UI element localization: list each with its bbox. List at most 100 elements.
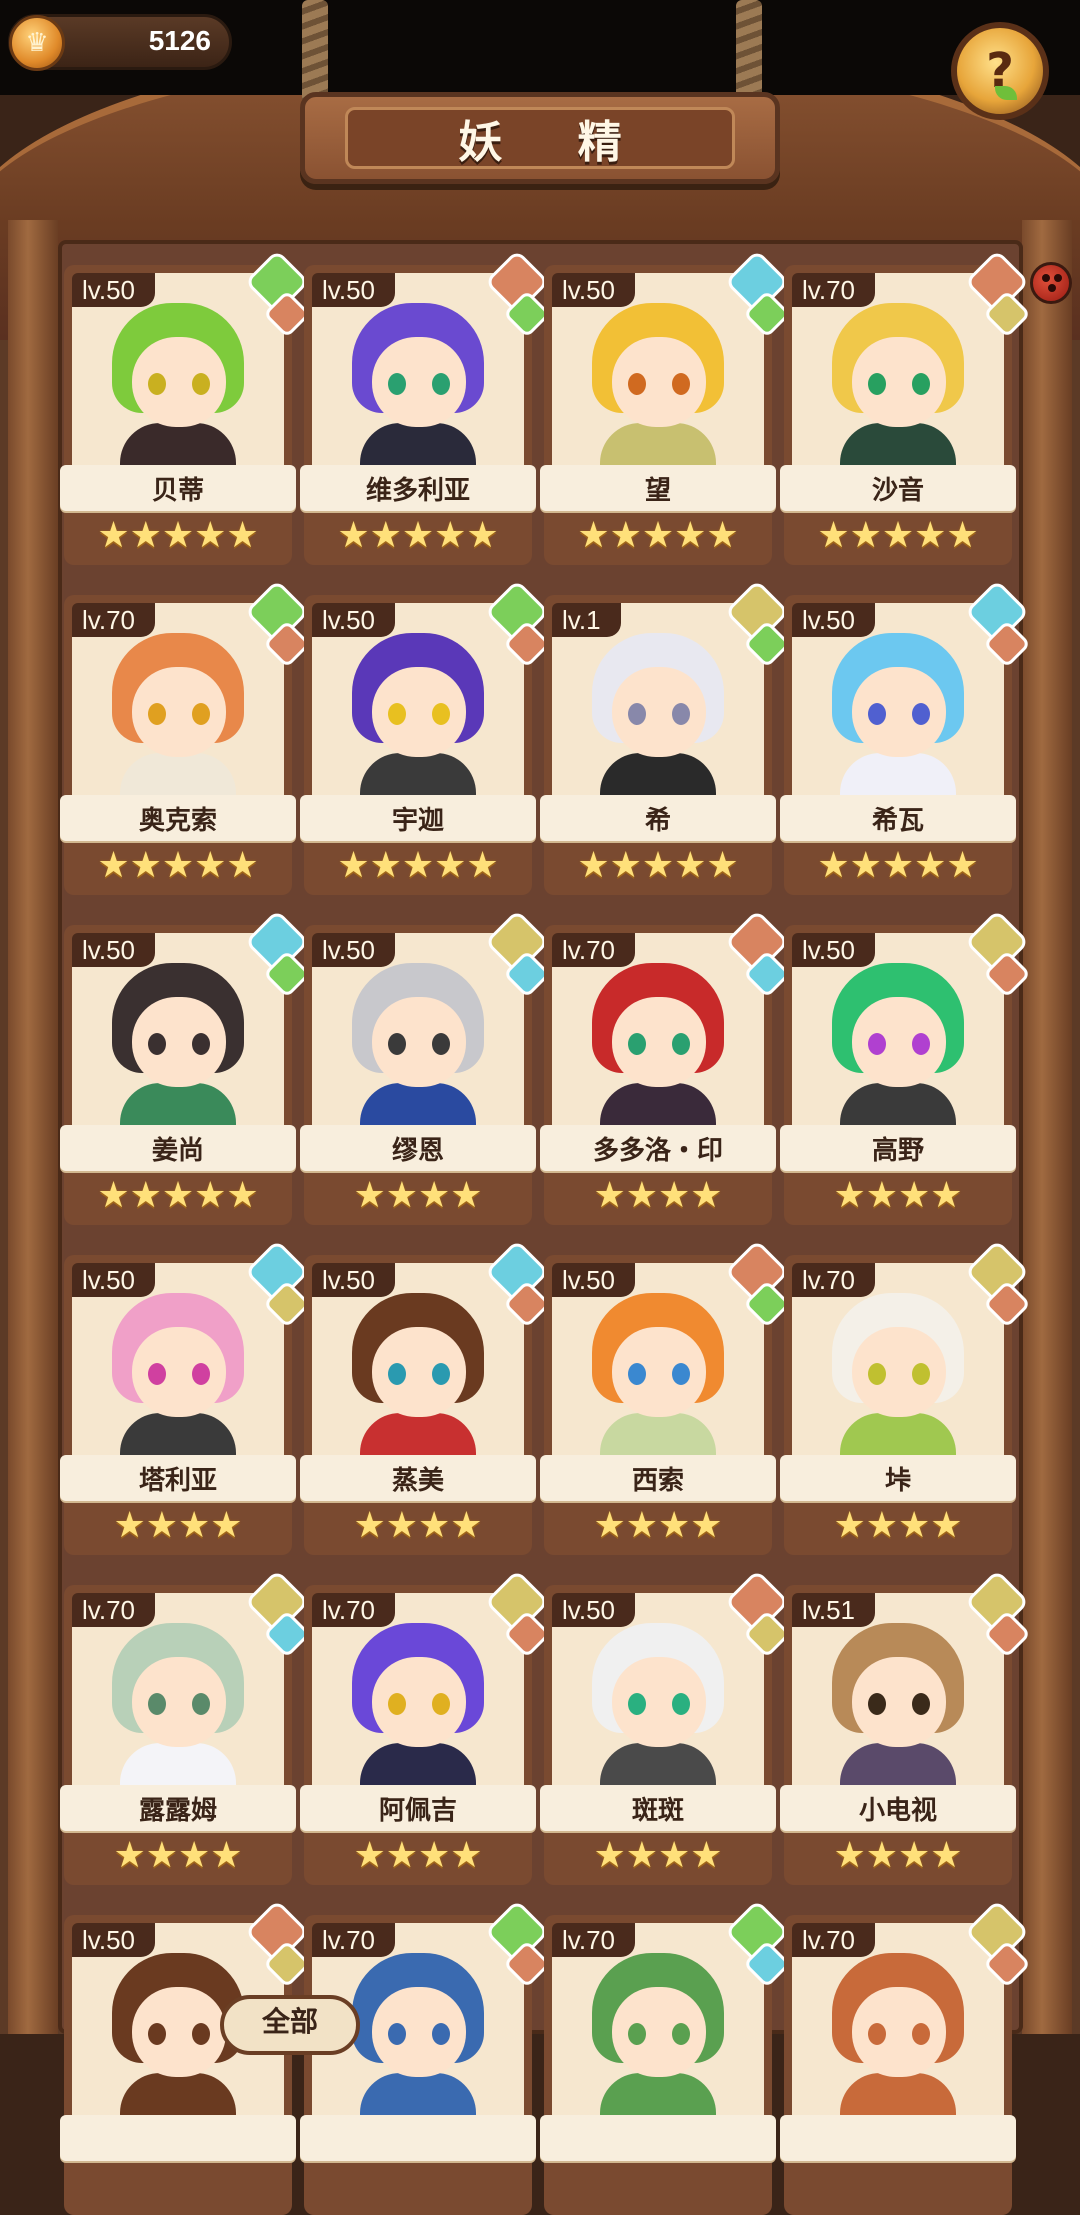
name-ribbon: 奥克索 [60,795,296,841]
fairy-card[interactable]: lv.70 [540,1899,792,2215]
fairy-name: 阿佩吉 [378,1795,457,1826]
fairy-name: 缪恩 [391,1135,444,1166]
level-tag: lv.50 [72,1923,155,1957]
level-tag: lv.70 [312,1923,395,1957]
filter-tab-all[interactable]: 全部 [220,1995,360,2055]
fairy-eye-left [628,703,646,725]
fairy-card[interactable]: lv.70 阿佩吉 ★★★★ [300,1569,552,1885]
fairy-eye-right [912,703,930,725]
fairy-face [612,1327,706,1417]
fairy-card[interactable]: lv.50 [60,1899,312,2215]
name-ribbon: 望 [540,465,776,511]
fairy-eye-right [672,1693,690,1715]
fairy-name: 蒸美 [391,1465,444,1496]
star-icons: ★★★★ [593,1835,723,1876]
fairy-face [852,1987,946,2077]
fairy-eye-right [912,2023,930,2045]
fairy-card[interactable]: lv.50 高野 ★★★★ [780,909,1032,1225]
fairy-name: 宇迦 [391,805,444,836]
star-icons: ★★★★ [113,1835,243,1876]
currency-display[interactable]: ♛ 5126 [8,14,232,71]
fairy-card[interactable]: lv.70 露露姆 ★★★★ [60,1569,312,1885]
fairy-card[interactable]: lv.50 宇迦 ★★★★★ [300,579,552,895]
fairy-face [372,1657,466,1747]
star-rating: ★★★★★ [304,843,532,889]
fairy-card[interactable]: lv.50 蒸美 ★★★★ [300,1239,552,1555]
fairy-card[interactable]: lv.70 [780,1899,1032,2215]
fairy-eye-left [388,703,406,725]
star-icons: ★★★★★ [817,845,979,886]
fairy-card[interactable]: lv.70 奥克索 ★★★★★ [60,579,312,895]
fairy-eye-left [388,373,406,395]
fairy-card[interactable]: lv.51 小电视 ★★★★ [780,1569,1032,1885]
name-ribbon: 姜尚 [60,1125,296,1171]
help-button[interactable]: ? [951,22,1049,120]
level-tag: lv.70 [72,603,155,637]
ladybug-badge-icon[interactable] [1030,262,1072,304]
fairy-face [372,337,466,427]
star-rating: ★★★★ [64,1833,292,1879]
star-rating [304,2163,532,2209]
level-tag: lv.50 [552,273,635,307]
star-icons: ★★★★ [113,1505,243,1546]
fairy-face [132,1327,226,1417]
fairy-eye-left [628,373,646,395]
level-tag: lv.1 [552,603,621,637]
fairy-eye-right [432,2023,450,2045]
fairy-card[interactable]: lv.50 贝蒂 ★★★★★ [60,249,312,565]
fairy-eye-left [388,1033,406,1055]
level-tag: lv.50 [312,1263,395,1297]
fairy-card[interactable]: lv.50 斑斑 ★★★★ [540,1569,792,1885]
fairy-eye-right [192,373,210,395]
fairy-face [372,1327,466,1417]
star-icons: ★★★★★ [817,515,979,556]
fairy-name: 维多利亚 [365,475,470,506]
star-icons: ★★★★ [833,1835,963,1876]
star-icons: ★★★★★ [337,845,499,886]
name-ribbon: 贝蒂 [60,465,296,511]
star-rating: ★★★★ [304,1173,532,1219]
star-rating: ★★★★ [64,1503,292,1549]
fairy-eye-left [388,1363,406,1385]
fairy-eye-left [868,1693,886,1715]
fairy-card[interactable]: lv.50 希瓦 ★★★★★ [780,579,1032,895]
star-rating: ★★★★ [784,1833,1012,1879]
fairy-card[interactable]: lv.50 西索 ★★★★ [540,1239,792,1555]
star-rating: ★★★★ [544,1503,772,1549]
fairy-name: 沙音 [871,475,924,506]
fairy-card[interactable]: lv.1 希 ★★★★★ [540,579,792,895]
fairy-card[interactable]: lv.50 塔利亚 ★★★★ [60,1239,312,1555]
star-rating: ★★★★ [304,1833,532,1879]
fairy-eye-right [192,1363,210,1385]
title-sign: 妖 精 [300,92,780,184]
name-ribbon [300,2115,536,2161]
name-ribbon [60,2115,296,2161]
name-ribbon: 露露姆 [60,1785,296,1831]
fairy-card[interactable]: lv.70 垰 ★★★★ [780,1239,1032,1555]
star-rating: ★★★★★ [64,513,292,559]
fairy-eye-left [868,373,886,395]
fairy-card[interactable]: lv.70 多多洛・印 ★★★★ [540,909,792,1225]
fairy-card[interactable]: lv.50 缪恩 ★★★★ [300,909,552,1225]
fairy-eye-right [432,1363,450,1385]
fairy-eye-left [148,373,166,395]
fairy-card[interactable]: lv.50 望 ★★★★★ [540,249,792,565]
fairy-eye-right [192,703,210,725]
star-rating: ★★★★★ [304,513,532,559]
fairy-card[interactable]: lv.50 姜尚 ★★★★★ [60,909,312,1225]
level-tag: lv.50 [312,273,395,307]
fairy-face [372,997,466,1087]
fairy-eye-left [868,1033,886,1055]
fairy-name: 奥克索 [138,805,217,836]
fairy-face [372,667,466,757]
fairy-card[interactable]: lv.70 沙音 ★★★★★ [780,249,1032,565]
fairy-card[interactable]: lv.50 维多利亚 ★★★★★ [300,249,552,565]
fairy-name: 高野 [871,1135,924,1166]
fairy-name: 小电视 [858,1795,937,1826]
fairy-card[interactable]: lv.70 [300,1899,552,2215]
star-rating: ★★★★ [784,1173,1012,1219]
level-tag: lv.51 [792,1593,875,1627]
star-rating: ★★★★★ [544,513,772,559]
fairy-face [612,1657,706,1747]
level-tag: lv.70 [552,933,635,967]
